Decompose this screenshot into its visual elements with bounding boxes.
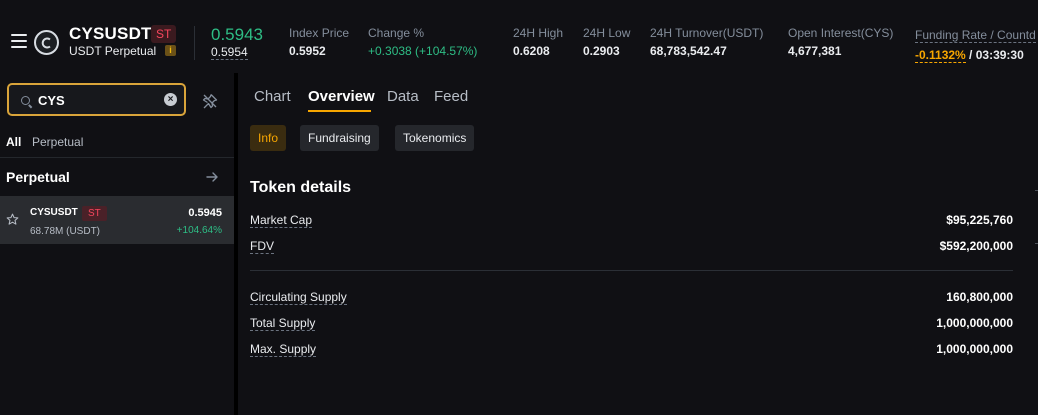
stat-label: 24H High	[513, 26, 564, 40]
market-badge: ST	[82, 206, 107, 221]
stat-value: +0.3038 (+104.57%)	[368, 44, 478, 58]
sidebar-divider	[0, 157, 234, 158]
chip-tokenomics[interactable]: Tokenomics	[395, 125, 475, 151]
stat-24h-high: 24H High 0.6208	[513, 26, 563, 58]
market-header: CYSUSDT ST USDT Perpetual i 0.5943 0.595…	[0, 0, 1038, 73]
detail-value-market-cap: $95,225,760	[946, 213, 1013, 227]
chip-fundraising[interactable]: Fundraising	[300, 125, 379, 151]
stat-value: 0.6208	[513, 44, 550, 58]
chip-info[interactable]: Info	[250, 125, 287, 151]
market-row[interactable]: CYSUSDT ST 68.78M (USDT) 0.5945 +104.64%	[0, 196, 234, 244]
tab-data[interactable]: Data	[387, 88, 419, 105]
stat-value: 0.5952	[289, 44, 326, 58]
filter-tab-all[interactable]: All	[6, 135, 21, 149]
funding-rate-value[interactable]: -0.1132%	[915, 48, 966, 63]
stat-open-interest: Open Interest(CYS) 4,677,381	[788, 26, 893, 58]
detail-value-max-supply: 1,000,000,000	[936, 342, 1013, 356]
detail-label-market-cap[interactable]: Market Cap	[250, 213, 313, 228]
stat-change: Change % +0.3038 (+104.57%)	[368, 26, 477, 58]
stat-value: 68,783,542.47	[650, 44, 727, 58]
search-box[interactable]: ×	[7, 83, 186, 116]
stat-index-price: Index Price 0.5952	[289, 26, 349, 58]
st-badge: ST	[151, 25, 177, 43]
clear-icon[interactable]: ×	[164, 93, 177, 106]
stat-label: Index Price	[289, 26, 350, 40]
detail-label-fdv[interactable]: FDV	[250, 239, 274, 254]
market-sidebar: × All Perpetual Perpetual CYSUSDT ST 68.…	[0, 73, 234, 415]
pin-icon[interactable]	[202, 93, 218, 109]
stat-value: 0.2903	[583, 44, 620, 58]
star-icon[interactable]	[6, 213, 19, 226]
tab-feed[interactable]: Feed	[434, 88, 468, 105]
arrow-right-icon[interactable]	[206, 171, 219, 183]
last-price: 0.5943	[211, 25, 263, 44]
active-tab-indicator	[308, 110, 371, 112]
stat-label: 24H Turnover(USDT)	[650, 26, 764, 40]
tab-chart[interactable]: Chart	[254, 88, 291, 105]
detail-label-max-supply[interactable]: Max. Supply	[250, 342, 317, 357]
market-symbol: CYSUSDT	[30, 207, 78, 218]
main-panel: Chart Overview Data Feed Info Fundraisin…	[238, 73, 1038, 415]
detail-value-circulating-supply: 160,800,000	[946, 290, 1013, 304]
filter-tab-perpetual[interactable]: Perpetual	[32, 135, 83, 149]
coin-logo-icon	[34, 30, 59, 55]
header-divider	[194, 26, 195, 60]
detail-value-total-supply: 1,000,000,000	[936, 316, 1013, 330]
stat-label: Change %	[368, 26, 425, 40]
mark-price[interactable]: 0.5954	[211, 45, 248, 60]
market-change: +104.64%	[176, 225, 222, 236]
detail-label-circulating-supply[interactable]: Circulating Supply	[250, 290, 347, 305]
tab-overview[interactable]: Overview	[308, 88, 375, 105]
details-divider	[250, 270, 1013, 271]
detail-label-total-supply[interactable]: Total Supply	[250, 316, 316, 331]
contract-type: USDT Perpetual	[69, 44, 157, 58]
funding-countdown: 03:39:30	[975, 48, 1024, 62]
stat-24h-low: 24H Low 0.2903	[583, 26, 630, 58]
stat-label: 24H Low	[583, 26, 631, 40]
stat-funding-rate: Funding Rate / Countd -0.1132% / 03:39:3…	[915, 26, 1036, 63]
menu-icon[interactable]	[11, 34, 27, 48]
info-icon[interactable]: i	[165, 45, 176, 56]
search-icon	[21, 96, 30, 105]
section-title: Perpetual	[6, 169, 70, 185]
token-details-title: Token details	[250, 179, 352, 196]
stat-label: Open Interest(CYS)	[788, 26, 894, 40]
stat-label[interactable]: Funding Rate / Countd	[915, 28, 1036, 43]
search-input[interactable]	[38, 91, 158, 109]
detail-value-fdv: $592,200,000	[939, 239, 1013, 253]
market-volume: 68.78M (USDT)	[30, 226, 101, 237]
stat-24h-turnover: 24H Turnover(USDT) 68,783,542.47	[650, 26, 763, 58]
symbol-title[interactable]: CYSUSDT	[69, 24, 152, 44]
market-price: 0.5945	[188, 207, 222, 219]
stat-value: 4,677,381	[788, 44, 842, 58]
funding-separator: /	[965, 48, 976, 62]
